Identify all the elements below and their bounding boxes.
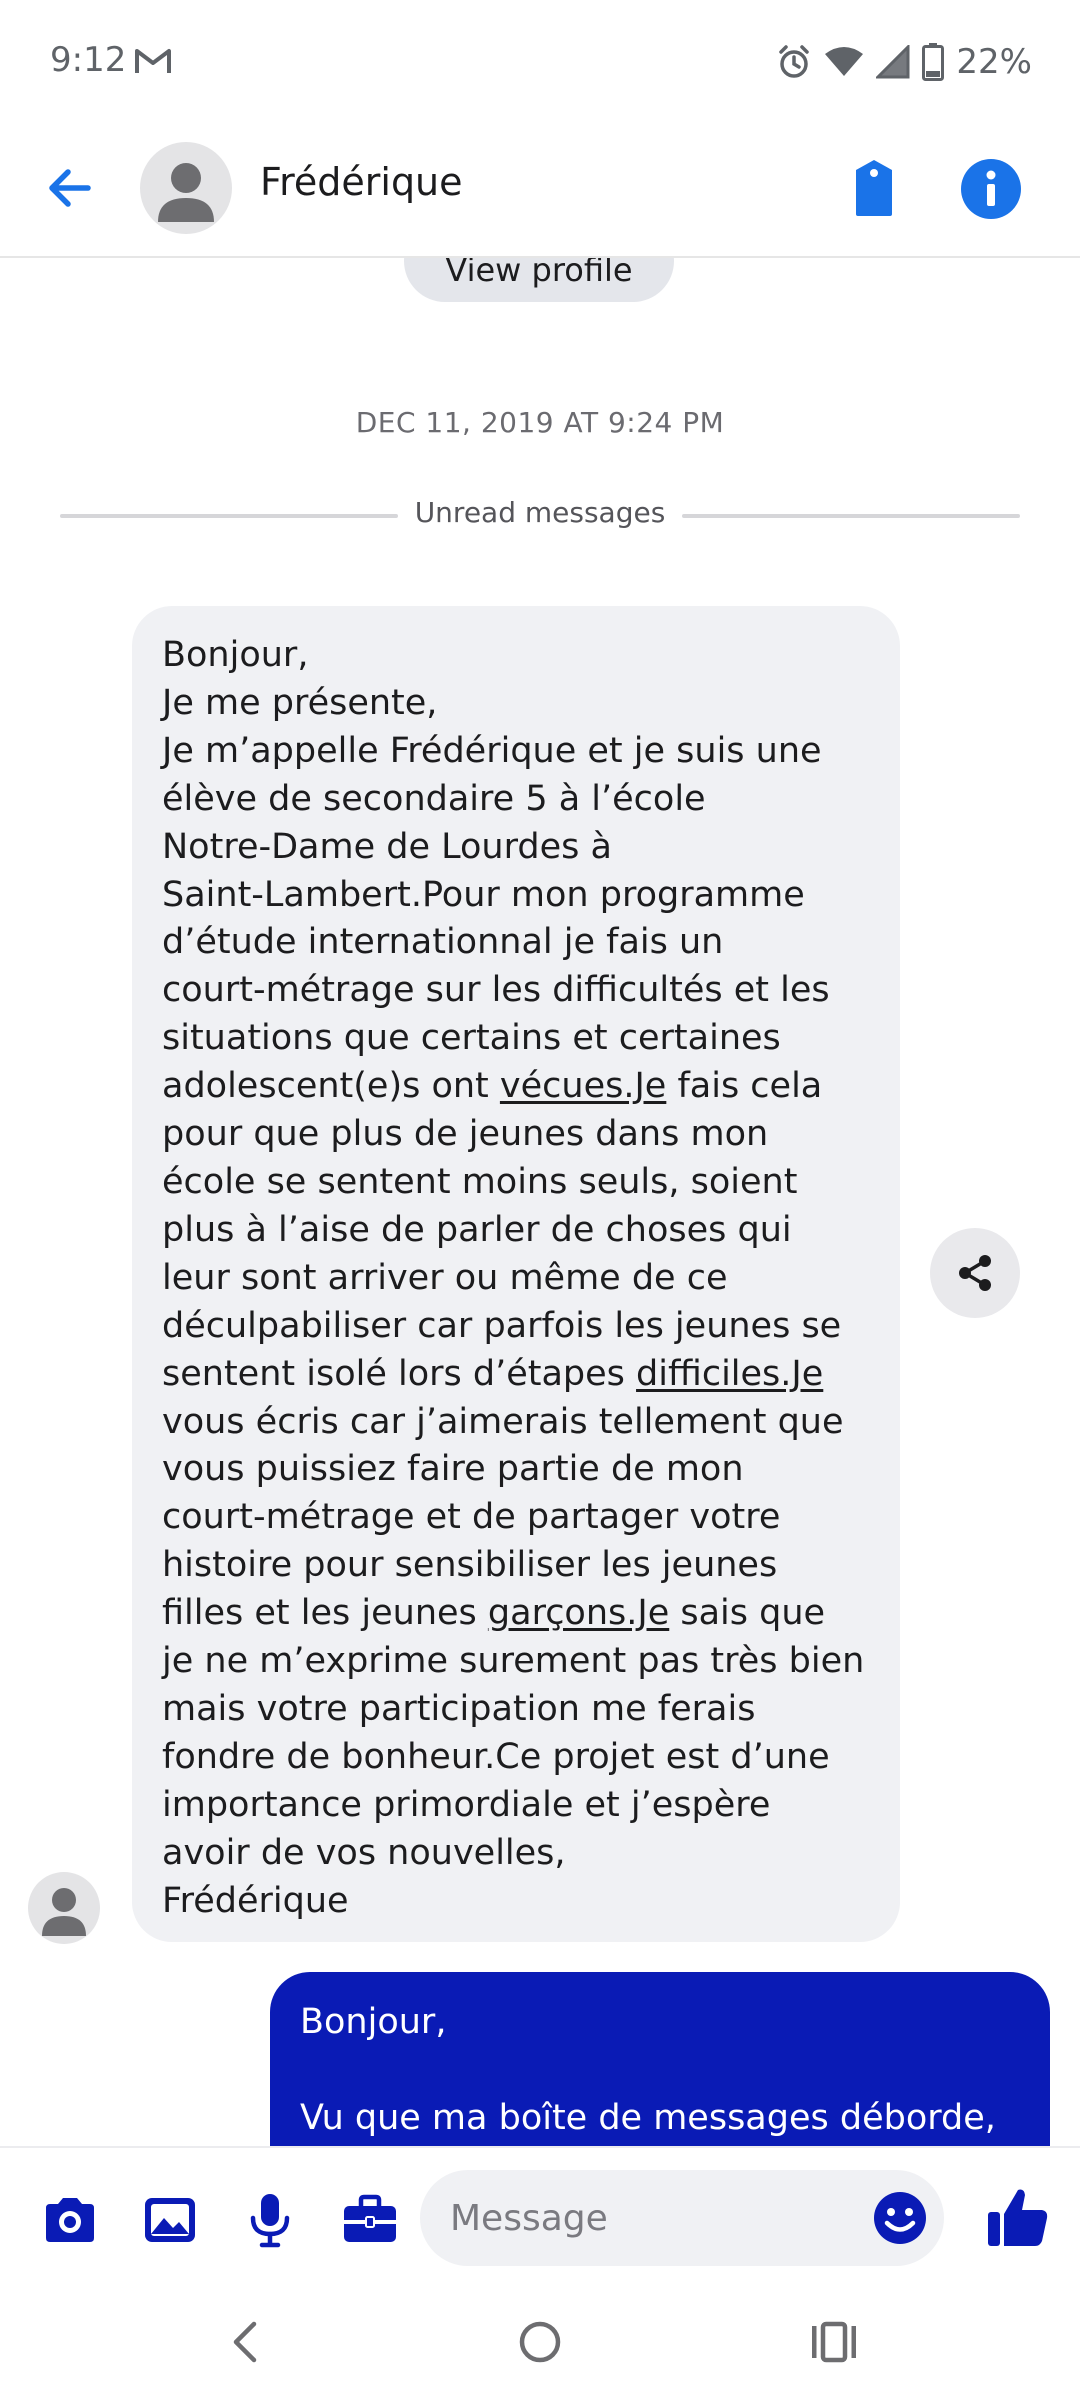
message-line: Bonjour,	[300, 2002, 447, 2042]
message-line: Vu que ma boîte de messages déborde,	[300, 2098, 996, 2138]
camera-icon[interactable]	[40, 2190, 100, 2250]
message-line: histoire pour sensibiliser les jeunes	[162, 1545, 778, 1586]
message-line: Frédérique	[162, 1880, 349, 1921]
status-bar: 9:12 22%	[0, 0, 1080, 120]
system-navigation-bar	[0, 2286, 1080, 2400]
share-button[interactable]	[930, 1228, 1020, 1318]
message-line: avoir de vos nouvelles,	[162, 1832, 566, 1873]
message-line: court-métrage sur les difficultés et les	[162, 970, 830, 1011]
message-line: filles et les jeunes garçons.Je sais que	[162, 1593, 826, 1634]
status-time: 9:12	[50, 40, 127, 80]
message-line: sentent isolé lors d’étapes difficiles.J…	[162, 1353, 824, 1394]
recents-icon[interactable]	[804, 2312, 864, 2372]
conversation-header: Frédérique	[0, 120, 1080, 258]
message-line: Saint-Lambert.Pour mon programme	[162, 874, 805, 915]
person-silhouette-icon	[42, 1888, 86, 1936]
message-line: Notre-Dame de Lourdes à	[162, 826, 612, 867]
message-line: Je me présente,	[162, 682, 438, 723]
message-line: leur sont arriver ou même de ce	[162, 1257, 728, 1298]
message-composer	[0, 2146, 1080, 2288]
person-silhouette-icon	[158, 163, 214, 222]
message-line: déculpabiliser car parfois les jeunes se	[162, 1305, 842, 1346]
message-list[interactable]: View profile DEC 11, 2019 AT 9:24 PM Unr…	[0, 258, 1080, 2146]
message-line: école se sentent moins seuls, soient	[162, 1161, 798, 1202]
message-line: vous puissiez faire partie de mon	[162, 1449, 744, 1490]
message-timestamp: DEC 11, 2019 AT 9:24 PM	[355, 406, 725, 439]
sender-avatar[interactable]	[28, 1872, 100, 1944]
message-line: importance primordiale et j’espère	[162, 1784, 771, 1825]
back-arrow-icon[interactable]	[40, 158, 100, 218]
message-link-text[interactable]: vécues.Je	[500, 1066, 666, 1106]
message-link-text[interactable]: garçons.Je	[488, 1593, 669, 1633]
message-input[interactable]	[420, 2170, 944, 2266]
message-line: plus à l’aise de parler de choses qui	[162, 1209, 792, 1250]
thumbs-up-icon[interactable]	[982, 2182, 1052, 2252]
share-icon	[959, 1255, 991, 1291]
message-link-text[interactable]: difficiles.Je	[636, 1354, 823, 1394]
outgoing-message-bubble[interactable]: Bonjour, Vu que ma boîte de messages déb…	[270, 1972, 1050, 2146]
wifi-icon	[825, 47, 864, 76]
message-line: pour que plus de jeunes dans mon	[162, 1114, 769, 1155]
battery-icon	[922, 43, 945, 81]
signal-icon	[876, 45, 910, 79]
message-line: d’étude internationnal je fais un	[162, 922, 724, 963]
microphone-icon[interactable]	[240, 2190, 300, 2250]
status-icons: 22%	[776, 40, 1032, 84]
view-profile-button[interactable]: View profile	[404, 258, 674, 302]
contact-name[interactable]: Frédérique	[260, 160, 463, 204]
message-line: court-métrage et de partager votre	[162, 1497, 781, 1538]
alarm-icon	[779, 45, 810, 78]
tag-icon[interactable]	[842, 156, 906, 220]
message-line: situations que certains et certaines	[162, 1018, 781, 1059]
home-circle-icon[interactable]	[510, 2312, 570, 2372]
back-chevron-icon[interactable]	[216, 2312, 276, 2372]
emoji-icon[interactable]	[870, 2188, 930, 2248]
unread-divider: Unread messages	[60, 496, 1020, 536]
message-line: Je m’appelle Frédérique et je suis une	[162, 730, 822, 771]
unread-label: Unread messages	[414, 496, 666, 529]
message-line: adolescent(e)s ont vécues.Je fais cela	[162, 1066, 823, 1107]
incoming-message-bubble[interactable]: Bonjour, Je me présente, Je m’appelle Fr…	[132, 606, 900, 1942]
message-line: mais votre participation me ferais	[162, 1688, 756, 1729]
image-icon[interactable]	[140, 2190, 200, 2250]
message-line: fondre de bonheur.Ce projet est d’une	[162, 1736, 830, 1777]
gmail-notification-icon	[135, 49, 171, 73]
message-line: je ne m’exprime surement pas très bien	[162, 1641, 865, 1682]
battery-percent: 22%	[956, 42, 1032, 82]
contact-avatar[interactable]	[140, 142, 232, 234]
info-icon[interactable]	[958, 156, 1024, 222]
message-line: élève de secondaire 5 à l’école	[162, 778, 706, 819]
message-line: vous écris car j’aimerais tellement que	[162, 1401, 844, 1442]
message-line: Bonjour,	[162, 635, 309, 675]
briefcase-icon[interactable]	[340, 2190, 400, 2250]
